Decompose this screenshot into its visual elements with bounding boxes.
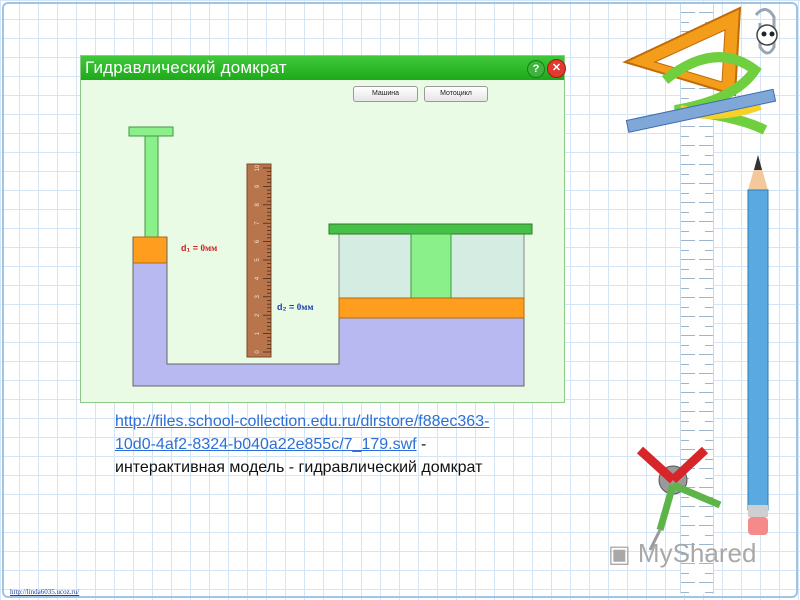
d2-label: d₂ = 0мм xyxy=(277,302,314,312)
presentation-icon: ▣ xyxy=(608,541,631,568)
caption-text: интерактивная модель - гидравлический до… xyxy=(115,459,483,476)
big-piston-rod xyxy=(410,233,452,299)
d1-value: 0мм xyxy=(200,243,218,253)
caption: http://files.school-collection.edu.ru/dl… xyxy=(115,413,490,476)
slide: { "app": { "title": "Гидравлический домк… xyxy=(0,0,800,600)
big-piston xyxy=(338,297,525,319)
ruler-number: 10 xyxy=(255,164,261,171)
swf-link[interactable]: http://files.school-collection.edu.ru/dl… xyxy=(115,413,489,453)
compass-icon xyxy=(636,446,722,551)
small-piston-head xyxy=(128,126,174,137)
set-square-icon xyxy=(622,6,778,135)
small-piston-rod xyxy=(144,135,159,238)
small-piston xyxy=(132,236,168,264)
d2-value: 0мм xyxy=(296,302,314,312)
footer-link[interactable]: http://linda6035.ucoz.ru/ xyxy=(10,588,79,596)
jack-diagram: 012345678910 xyxy=(128,126,533,387)
big-piston-platform xyxy=(328,223,533,235)
myshared-logo: ▣ MyShared xyxy=(608,538,757,568)
flash-app-window: Гидравлический домкрат ? ✕ Машина Мотоци… xyxy=(80,55,566,403)
pencil-icon xyxy=(747,155,769,535)
d1-label: d₁ = 0мм xyxy=(181,243,218,253)
